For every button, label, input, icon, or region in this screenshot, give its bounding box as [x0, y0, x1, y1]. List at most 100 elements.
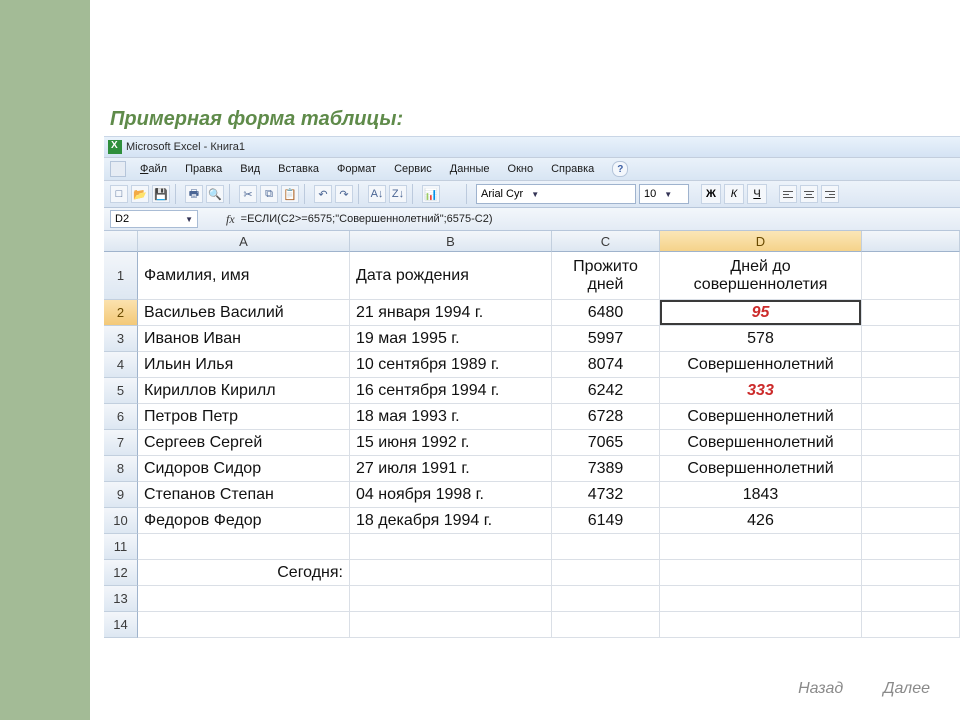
- row-header[interactable]: 6: [104, 404, 138, 430]
- cell[interactable]: 6728: [552, 404, 660, 430]
- cell[interactable]: Васильев Василий: [138, 300, 350, 326]
- chart-icon[interactable]: 📊: [422, 185, 440, 203]
- cell[interactable]: Совершеннолетний: [660, 430, 862, 456]
- header-cell-days-to-adult[interactable]: Дней до совершеннолетия: [660, 252, 862, 300]
- cell[interactable]: 6480: [552, 300, 660, 326]
- cell[interactable]: [552, 586, 660, 612]
- row-header[interactable]: 11: [104, 534, 138, 560]
- nav-next-link[interactable]: Далее: [883, 680, 930, 698]
- undo-icon[interactable]: ↶: [314, 185, 332, 203]
- font-size-combo[interactable]: 10▼: [639, 184, 689, 204]
- underline-button[interactable]: Ч: [747, 184, 767, 204]
- nav-back-link[interactable]: Назад: [798, 680, 843, 698]
- cell[interactable]: Сергеев Сергей: [138, 430, 350, 456]
- cell[interactable]: 10 сентября 1989 г.: [350, 352, 552, 378]
- print-icon[interactable]: 🖶: [185, 185, 203, 203]
- header-cell-empty[interactable]: [862, 252, 960, 300]
- select-all-corner[interactable]: [104, 231, 138, 252]
- help-icon[interactable]: ?: [612, 161, 628, 177]
- menu-tools[interactable]: Сервис: [386, 161, 440, 177]
- cell[interactable]: 333: [660, 378, 862, 404]
- column-header-a[interactable]: A: [138, 231, 350, 252]
- cell[interactable]: [862, 352, 960, 378]
- cell[interactable]: 19 мая 1995 г.: [350, 326, 552, 352]
- row-header[interactable]: 9: [104, 482, 138, 508]
- cell[interactable]: 578: [660, 326, 862, 352]
- cell[interactable]: [552, 534, 660, 560]
- align-right-icon[interactable]: [821, 185, 839, 203]
- cell[interactable]: [862, 612, 960, 638]
- column-header-b[interactable]: B: [350, 231, 552, 252]
- open-file-icon[interactable]: 📂: [131, 185, 149, 203]
- cell[interactable]: 1843: [660, 482, 862, 508]
- cell[interactable]: [862, 404, 960, 430]
- cell[interactable]: [862, 326, 960, 352]
- menu-file[interactable]: Файл: [132, 161, 175, 177]
- row-header[interactable]: 13: [104, 586, 138, 612]
- cell[interactable]: Федоров Федор: [138, 508, 350, 534]
- align-left-icon[interactable]: [779, 185, 797, 203]
- cell[interactable]: [862, 456, 960, 482]
- row-header[interactable]: 7: [104, 430, 138, 456]
- cell[interactable]: Совершеннолетний: [660, 352, 862, 378]
- cell[interactable]: [660, 612, 862, 638]
- cell[interactable]: Совершеннолетний: [660, 456, 862, 482]
- cut-icon[interactable]: ✂: [239, 185, 257, 203]
- cell[interactable]: [660, 560, 862, 586]
- save-icon[interactable]: 💾: [152, 185, 170, 203]
- cell[interactable]: 4732: [552, 482, 660, 508]
- cell[interactable]: Сидоров Сидор: [138, 456, 350, 482]
- cell[interactable]: 7389: [552, 456, 660, 482]
- cell[interactable]: [862, 378, 960, 404]
- header-cell-days-lived[interactable]: Прожито дней: [552, 252, 660, 300]
- cell[interactable]: 04 ноября 1998 г.: [350, 482, 552, 508]
- cell[interactable]: 16 сентября 1994 г.: [350, 378, 552, 404]
- fx-icon[interactable]: fx: [226, 212, 235, 227]
- header-cell-name[interactable]: Фамилия, имя: [138, 252, 350, 300]
- row-header[interactable]: 3: [104, 326, 138, 352]
- cell[interactable]: Петров Петр: [138, 404, 350, 430]
- cell[interactable]: 15 июня 1992 г.: [350, 430, 552, 456]
- cell[interactable]: 21 января 1994 г.: [350, 300, 552, 326]
- redo-icon[interactable]: ↷: [335, 185, 353, 203]
- menu-insert[interactable]: Вставка: [270, 161, 327, 177]
- cell[interactable]: Ильин Илья: [138, 352, 350, 378]
- cell[interactable]: [350, 586, 552, 612]
- row-header[interactable]: 14: [104, 612, 138, 638]
- row-header[interactable]: 12: [104, 560, 138, 586]
- menu-edit[interactable]: Правка: [177, 161, 230, 177]
- cell[interactable]: [862, 300, 960, 326]
- paste-icon[interactable]: 📋: [281, 185, 299, 203]
- cell[interactable]: 8074: [552, 352, 660, 378]
- row-header[interactable]: 8: [104, 456, 138, 482]
- print-preview-icon[interactable]: 🔍: [206, 185, 224, 203]
- sort-asc-icon[interactable]: A↓: [368, 185, 386, 203]
- menu-data[interactable]: Данные: [442, 161, 498, 177]
- menu-format[interactable]: Формат: [329, 161, 384, 177]
- cell[interactable]: 6242: [552, 378, 660, 404]
- cell[interactable]: [862, 560, 960, 586]
- cell[interactable]: [862, 586, 960, 612]
- cell[interactable]: 27 июля 1991 г.: [350, 456, 552, 482]
- cell[interactable]: [350, 560, 552, 586]
- cell[interactable]: 95: [660, 300, 862, 326]
- cell[interactable]: Иванов Иван: [138, 326, 350, 352]
- header-cell-dob[interactable]: Дата рождения: [350, 252, 552, 300]
- formula-text[interactable]: =ЕСЛИ(C2>=6575;"Совершеннолетний";6575-C…: [241, 213, 493, 225]
- align-center-icon[interactable]: [800, 185, 818, 203]
- cell[interactable]: 18 мая 1993 г.: [350, 404, 552, 430]
- row-header[interactable]: 10: [104, 508, 138, 534]
- column-header-c[interactable]: C: [552, 231, 660, 252]
- cell[interactable]: 6149: [552, 508, 660, 534]
- cell[interactable]: [138, 612, 350, 638]
- font-name-combo[interactable]: Arial Cyr▼: [476, 184, 636, 204]
- cell[interactable]: [350, 612, 552, 638]
- cell[interactable]: 18 декабря 1994 г.: [350, 508, 552, 534]
- cell[interactable]: [138, 586, 350, 612]
- row-header-1[interactable]: 1: [104, 252, 138, 300]
- cell[interactable]: [552, 560, 660, 586]
- row-header[interactable]: 2: [104, 300, 138, 326]
- menu-view[interactable]: Вид: [232, 161, 268, 177]
- column-header-e[interactable]: [862, 231, 960, 252]
- cell[interactable]: [660, 534, 862, 560]
